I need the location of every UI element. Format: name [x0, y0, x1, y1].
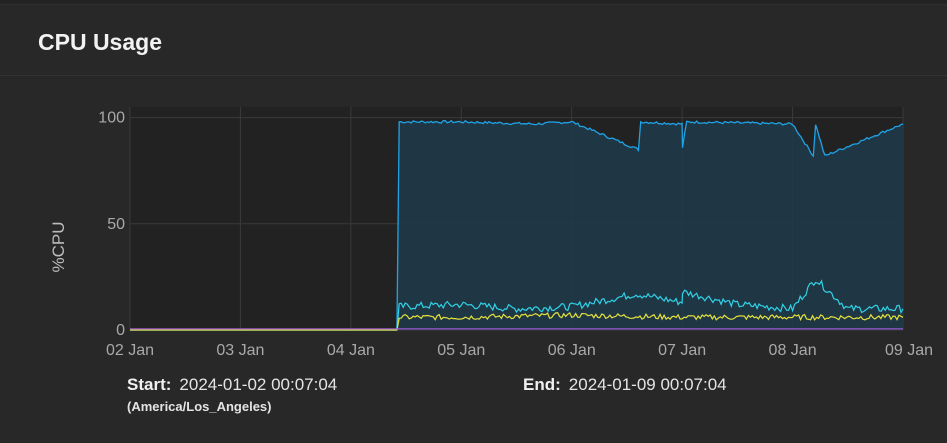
x-tick-label: 09 Jan: [885, 342, 933, 359]
start-range: Start: 2024-01-02 00:07:04: [127, 375, 337, 395]
x-tick-label: 03 Jan: [216, 342, 264, 359]
x-tick-label: 02 Jan: [106, 342, 154, 359]
x-tick-label: 06 Jan: [548, 342, 596, 359]
timezone-label: (America/Los_Angeles): [127, 399, 272, 414]
x-axis-ticks: 02 Jan 03 Jan 04 Jan 05 Jan 06 Jan 07 Jan 08 J…: [106, 342, 933, 359]
end-value: 2024-01-09 00:07:04: [568, 375, 727, 394]
start-value: 2024-01-02 00:07:04: [179, 375, 338, 394]
y-tick-label: 0: [116, 322, 125, 339]
end-label: End:: [523, 375, 561, 394]
y-tick-label: 50: [107, 216, 125, 233]
end-range: End: 2024-01-09 00:07:04: [523, 375, 727, 395]
y-axis-label: %CPU: [49, 221, 68, 272]
start-label: Start:: [127, 375, 172, 394]
x-tick-label: 08 Jan: [769, 342, 817, 359]
x-tick-label: 05 Jan: [437, 342, 485, 359]
y-tick-label: 100: [98, 110, 125, 127]
y-axis-ticks: 0 50 100: [98, 110, 125, 339]
x-tick-label: 04 Jan: [327, 342, 375, 359]
x-tick-label: 07 Jan: [658, 342, 706, 359]
